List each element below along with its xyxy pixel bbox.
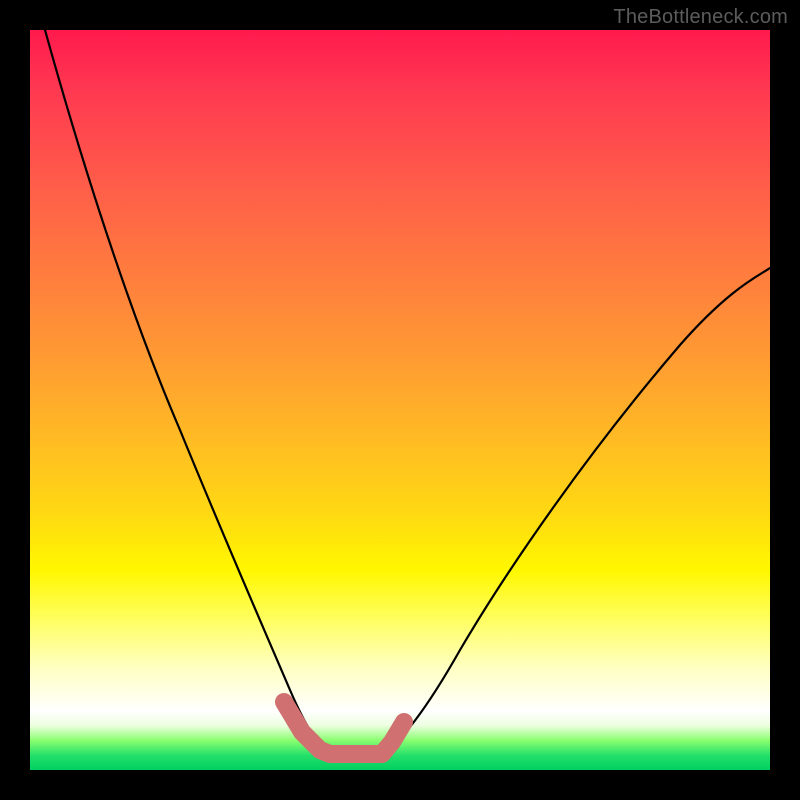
valley-accent [284,702,404,754]
curve-right-branch [385,268,770,752]
chart-plot-area [30,30,770,770]
watermark-text: TheBottleneck.com [613,6,788,29]
curve-left-branch [45,30,330,752]
chart-curves [30,30,770,770]
chart-frame: TheBottleneck.com [0,0,800,800]
